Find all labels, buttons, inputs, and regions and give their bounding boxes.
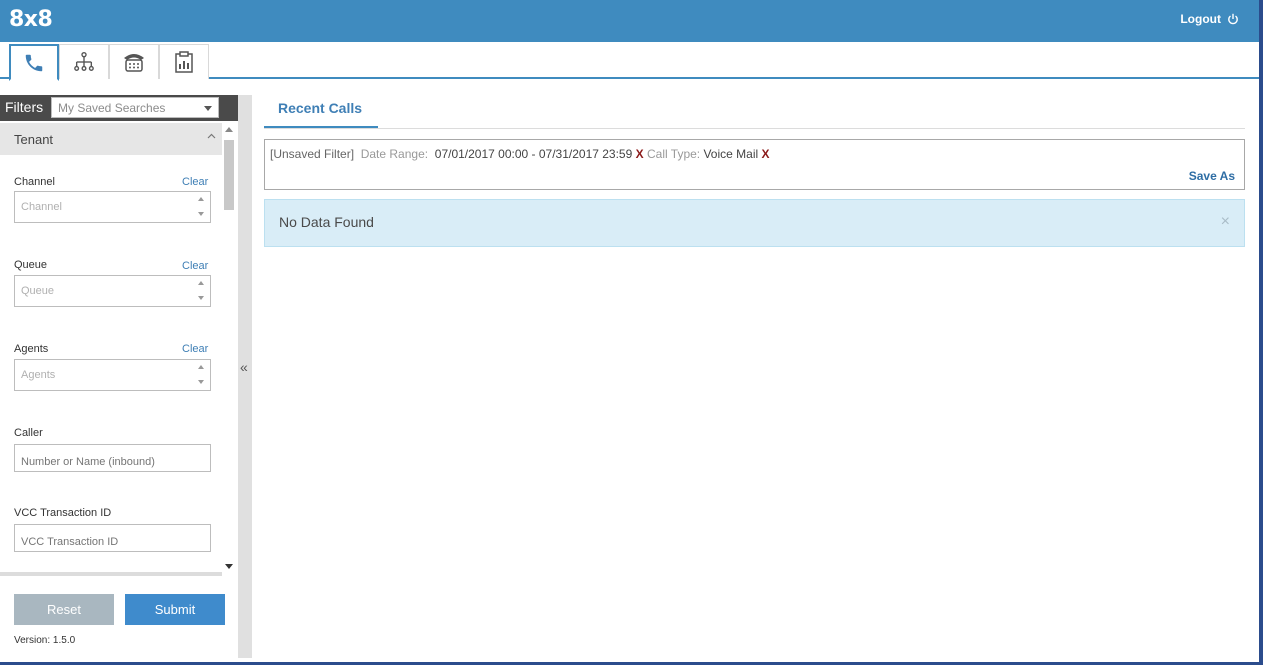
- spin-down-icon: [198, 212, 204, 216]
- active-filter-bar: [Unsaved Filter] Date Range: 07/01/2017 …: [264, 139, 1245, 190]
- scrollbar-thumb[interactable]: [224, 140, 234, 210]
- scroll-down-arrow-icon[interactable]: [225, 564, 233, 569]
- reset-button[interactable]: Reset: [14, 594, 114, 625]
- agents-placeholder: Agents: [21, 369, 56, 381]
- caller-label: Caller: [14, 427, 43, 439]
- filter-summary: [Unsaved Filter] Date Range: 07/01/2017 …: [270, 147, 770, 161]
- date-range-label: Date Range:: [360, 147, 429, 161]
- queue-multiselect[interactable]: Queue: [14, 275, 211, 307]
- remove-call-type-button[interactable]: X: [762, 147, 770, 161]
- filters-title: Filters: [5, 99, 44, 115]
- tab-divider: [264, 128, 1245, 129]
- channel-clear-link[interactable]: Clear: [182, 176, 208, 188]
- date-range-value: 07/01/2017 00:00 - 07/31/2017 23:59: [434, 147, 633, 161]
- channel-label: Channel: [14, 176, 55, 188]
- tab-calls[interactable]: [9, 44, 59, 81]
- org-chart-icon: [74, 51, 94, 71]
- caller-input[interactable]: [14, 444, 211, 472]
- contact-center-icon: [124, 54, 144, 72]
- tab-contact-center[interactable]: [109, 44, 159, 79]
- sidebar-scrollbar[interactable]: [222, 123, 236, 573]
- scroll-up-arrow-icon[interactable]: [225, 127, 233, 132]
- brand-logo: 8x8: [9, 7, 53, 32]
- report-clipboard-icon: [175, 51, 193, 73]
- vcc-transaction-label: VCC Transaction ID: [14, 507, 112, 519]
- call-type-value: Voice Mail: [703, 147, 759, 161]
- logout-button[interactable]: Logout: [1180, 12, 1239, 26]
- saved-searches-select[interactable]: My Saved Searches: [51, 97, 219, 118]
- channel-multiselect[interactable]: Channel: [14, 191, 211, 223]
- spin-down-icon: [198, 296, 204, 300]
- vcc-transaction-input[interactable]: [14, 524, 211, 552]
- submit-button[interactable]: Submit: [125, 594, 225, 625]
- queue-placeholder: Queue: [21, 285, 55, 297]
- main-content: Recent Calls [Unsaved Filter] Date Range…: [264, 95, 1245, 658]
- agents-multiselect[interactable]: Agents: [14, 359, 211, 391]
- call-type-label: Call Type:: [646, 147, 701, 161]
- version-text: Version: 1.5.0: [14, 635, 76, 646]
- phone-icon: [25, 54, 43, 71]
- tab-reports[interactable]: [159, 44, 209, 79]
- module-tabs: [0, 42, 1259, 81]
- horizontal-scrollbar[interactable]: [0, 572, 222, 576]
- filters-sidebar: Filters My Saved Searches Tenant Channel…: [0, 95, 238, 658]
- unsaved-filter-label: [Unsaved Filter]: [270, 147, 355, 161]
- queue-clear-link[interactable]: Clear: [182, 260, 208, 272]
- alert-message: No Data Found: [279, 214, 374, 230]
- chevron-up-icon: [207, 133, 216, 139]
- spin-down-icon: [198, 380, 204, 384]
- tab-organization[interactable]: [59, 44, 109, 79]
- spin-up-icon: [198, 365, 204, 369]
- top-bar: 8x8 Logout: [0, 0, 1259, 42]
- filters-header: Filters My Saved Searches: [0, 95, 238, 121]
- tenant-section-header[interactable]: Tenant: [0, 123, 222, 155]
- spin-up-icon: [198, 281, 204, 285]
- queue-label: Queue: [14, 259, 48, 271]
- close-icon[interactable]: ×: [1221, 213, 1230, 231]
- tenant-label: Tenant: [14, 132, 54, 147]
- agents-clear-link[interactable]: Clear: [182, 343, 208, 355]
- agents-label: Agents: [14, 343, 49, 355]
- logout-label: Logout: [1180, 12, 1221, 26]
- tab-recent-calls[interactable]: Recent Calls: [264, 95, 378, 129]
- no-data-alert: No Data Found ×: [264, 199, 1245, 247]
- saved-searches-value: My Saved Searches: [58, 101, 166, 115]
- remove-date-range-button[interactable]: X: [636, 147, 644, 161]
- save-as-link[interactable]: Save As: [1189, 169, 1235, 183]
- spin-up-icon: [198, 197, 204, 201]
- collapse-chevrons-icon[interactable]: «: [240, 359, 248, 375]
- chevron-down-icon: [204, 106, 212, 111]
- app-window: 8x8 Logout Filters My Saved Searches Ten…: [0, 0, 1263, 665]
- channel-placeholder: Channel: [21, 201, 62, 213]
- power-icon: [1228, 13, 1238, 25]
- sidebar-collapse-rail: «: [238, 95, 252, 658]
